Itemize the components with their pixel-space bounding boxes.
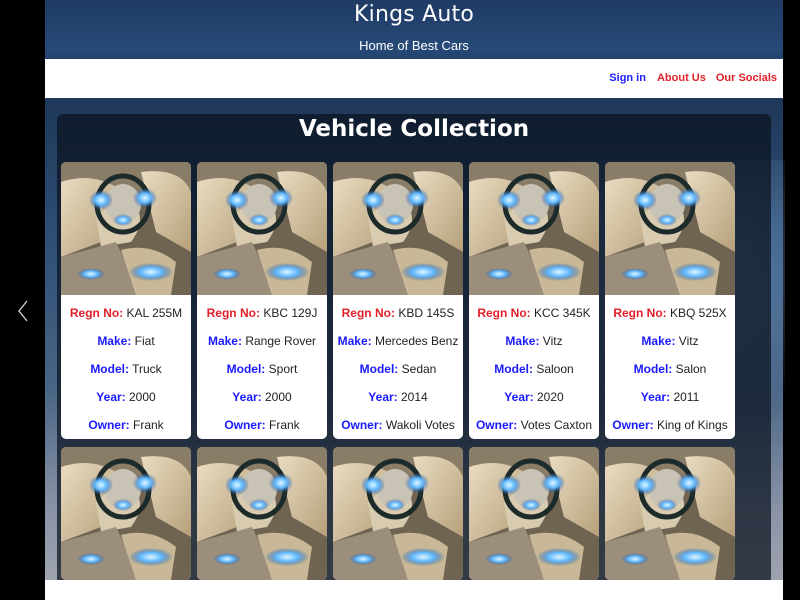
- nav-links: Sign in About Us Our Socials: [609, 72, 777, 84]
- owner-line: Owner: Frank: [224, 418, 300, 432]
- model-line: Model: Sedan: [359, 362, 437, 376]
- vehicle-card-row2[interactable]: [469, 447, 599, 580]
- vehicle-card[interactable]: Regn No: KBC 129J Make: Range Rover Mode…: [197, 162, 327, 439]
- car-interior-image: [197, 447, 327, 580]
- year-value: 2014: [401, 390, 428, 404]
- regn-line: Regn No: KBQ 525X: [613, 306, 727, 320]
- regn-value: KBC 129J: [263, 306, 318, 320]
- vehicle-card-row2[interactable]: [333, 447, 463, 580]
- model-line: Model: Salon: [633, 362, 707, 376]
- owner-line: Owner: Wakoli Votes: [341, 418, 455, 432]
- owner-line: Owner: King of Kings: [612, 418, 728, 432]
- vehicle-card-row2[interactable]: [605, 447, 735, 580]
- model-value: Truck: [132, 362, 162, 376]
- regn-value: KAL 255M: [126, 306, 183, 320]
- regn-value: KBD 145S: [398, 306, 455, 320]
- year-value: 2000: [265, 390, 292, 404]
- vehicle-card-row2[interactable]: [61, 447, 191, 580]
- car-interior-image: [469, 162, 599, 295]
- car-interior-image: [333, 162, 463, 295]
- vehicle-card[interactable]: Regn No: KBQ 525X Make: Vitz Model: Salo…: [605, 162, 735, 439]
- year-line: Year: 2000: [96, 390, 156, 404]
- chevron-left-icon: [18, 300, 28, 322]
- year-value: 2020: [537, 390, 564, 404]
- site-title: Kings Auto: [354, 2, 474, 27]
- owner-value: Votes Caxton: [520, 418, 593, 432]
- model-value: Salon: [675, 362, 707, 376]
- model-line: Model: Sport: [226, 362, 298, 376]
- regn-line: Regn No: KCC 345K: [477, 306, 591, 320]
- vehicle-card-row2[interactable]: [197, 447, 327, 580]
- year-line: Year: 2014: [368, 390, 428, 404]
- year-value: 2011: [673, 390, 700, 404]
- make-value: Vitz: [542, 334, 563, 348]
- make-value: Range Rover: [245, 334, 317, 348]
- right-edge: [783, 0, 800, 600]
- owner-line: Owner: Votes Caxton: [475, 418, 593, 432]
- make-line: Make: Vitz: [641, 334, 699, 348]
- model-value: Saloon: [536, 362, 574, 376]
- collection-title: Vehicle Collection: [298, 116, 530, 142]
- nav-about-link[interactable]: About Us: [657, 72, 706, 84]
- carousel-prev-button[interactable]: [14, 294, 32, 328]
- make-line: Make: Mercedes Benz: [337, 334, 459, 348]
- nav-socials-link[interactable]: Our Socials: [716, 72, 777, 84]
- car-interior-image: [61, 447, 191, 580]
- car-interior-image: [469, 447, 599, 580]
- navbar: Sign in About Us Our Socials: [45, 59, 783, 98]
- vehicle-card[interactable]: Regn No: KCC 345K Make: Vitz Model: Salo…: [469, 162, 599, 439]
- vehicle-card[interactable]: Regn No: KAL 255M Make: Fiat Model: Truc…: [61, 162, 191, 439]
- make-value: Fiat: [134, 334, 155, 348]
- regn-line: Regn No: KBD 145S: [341, 306, 455, 320]
- regn-value: KCC 345K: [533, 306, 591, 320]
- car-interior-image: [197, 162, 327, 295]
- car-interior-image: [605, 447, 735, 580]
- model-line: Model: Truck: [90, 362, 162, 376]
- car-interior-image: [61, 162, 191, 295]
- make-value: Vitz: [678, 334, 699, 348]
- car-interior-image: [333, 447, 463, 580]
- year-line: Year: 2011: [640, 390, 700, 404]
- make-line: Make: Vitz: [505, 334, 563, 348]
- nav-signin-link[interactable]: Sign in: [609, 72, 646, 84]
- model-value: Sedan: [401, 362, 437, 376]
- owner-value: King of Kings: [656, 418, 728, 432]
- regn-line: Regn No: KBC 129J: [206, 306, 318, 320]
- owner-value: Frank: [269, 418, 300, 432]
- year-value: 2000: [129, 390, 156, 404]
- site-subtitle: Home of Best Cars: [359, 38, 469, 53]
- make-line: Make: Fiat: [97, 334, 155, 348]
- year-line: Year: 2000: [232, 390, 292, 404]
- make-line: Make: Range Rover: [207, 334, 317, 348]
- car-interior-image: [605, 162, 735, 295]
- year-line: Year: 2020: [504, 390, 564, 404]
- regn-value: KBQ 525X: [669, 306, 727, 320]
- model-line: Model: Saloon: [494, 362, 574, 376]
- make-value: Mercedes Benz: [374, 334, 459, 348]
- footer-bar: [45, 580, 783, 600]
- owner-value: Frank: [133, 418, 164, 432]
- model-value: Sport: [268, 362, 298, 376]
- owner-value: Wakoli Votes: [385, 418, 455, 432]
- owner-line: Owner: Frank: [88, 418, 164, 432]
- vehicle-card[interactable]: Regn No: KBD 145S Make: Mercedes Benz Mo…: [333, 162, 463, 439]
- regn-line: Regn No: KAL 255M: [69, 306, 183, 320]
